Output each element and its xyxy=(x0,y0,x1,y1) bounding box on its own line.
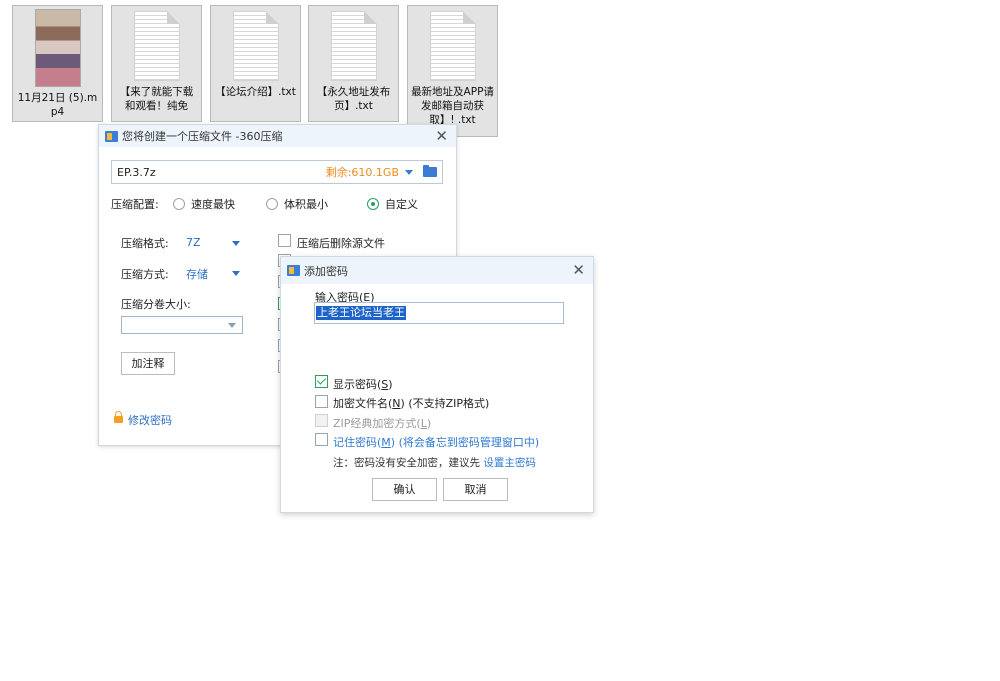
remember-password-label[interactable]: 记住密码(M) (将会备忘到密码管理窗口中) xyxy=(333,434,539,450)
set-master-password-link[interactable]: 设置主密码 xyxy=(483,457,536,469)
file-name: 【来了就能下载和观看！纯免费！】 xyxy=(119,86,194,112)
file-video[interactable]: 11月21日 (5).mp4 xyxy=(12,5,103,122)
option-smallest-label: 体积最小 xyxy=(284,198,328,211)
encrypt-filenames-label: 加密文件名(N) (不支持ZIP格式) xyxy=(333,397,490,410)
file-name: 11月21日 (5).mp4 xyxy=(17,92,98,118)
text-file-icon xyxy=(429,11,476,81)
dialog-title: 添加密码 xyxy=(304,264,348,278)
split-size-combo[interactable] xyxy=(121,316,243,334)
add-comment-button[interactable]: 加注释 xyxy=(121,352,175,375)
cancel-button[interactable]: 取消 xyxy=(443,478,508,501)
delete-after-checkbox[interactable] xyxy=(278,234,291,247)
show-password-checkbox[interactable] xyxy=(315,375,328,388)
option-fastest-label: 速度最快 xyxy=(191,198,235,211)
file-name: 【永久地址发布页】.txt xyxy=(316,86,391,112)
remember-password-checkbox[interactable] xyxy=(315,433,328,446)
video-thumbnail xyxy=(34,9,81,87)
format-select[interactable]: 7Z xyxy=(186,236,201,249)
file-name: 最新地址及APP请发邮箱自动获取】! .txt xyxy=(411,86,494,126)
method-select[interactable]: 存储 xyxy=(186,266,208,282)
change-password-link[interactable]: 修改密码 xyxy=(128,412,172,428)
option-custom-label: 自定义 xyxy=(385,198,418,211)
format-label: 压缩格式: xyxy=(121,237,169,250)
text-file-icon xyxy=(330,11,377,81)
chevron-down-icon[interactable] xyxy=(232,271,240,276)
archive-path-field[interactable]: 剩余:610.1GB xyxy=(111,160,443,184)
method-label: 压缩方式: xyxy=(121,268,169,281)
text-file-icon xyxy=(232,11,279,81)
security-note: 注：密码没有安全加密，建议先 设置主密码 xyxy=(333,457,536,469)
dialog-title: 您将创建一个压缩文件 -360压缩 xyxy=(122,130,283,143)
split-size-label: 压缩分卷大小: xyxy=(121,298,191,311)
close-icon[interactable]: ✕ xyxy=(435,127,448,145)
delete-after-label: 压缩后删除源文件 xyxy=(297,237,385,250)
radio-custom[interactable] xyxy=(367,198,379,210)
config-label: 压缩配置: xyxy=(111,198,159,211)
close-icon[interactable]: ✕ xyxy=(572,261,585,279)
compress-dialog-titlebar[interactable]: 您将创建一个压缩文件 -360压缩 ✕ xyxy=(99,125,456,147)
show-password-label: 显示密码(S) xyxy=(333,378,393,391)
text-file-icon xyxy=(133,11,180,81)
option-smallest[interactable]: 体积最小 xyxy=(266,196,328,212)
360zip-app-icon xyxy=(105,130,118,142)
chevron-down-icon[interactable] xyxy=(228,323,236,328)
option-fastest[interactable]: 速度最快 xyxy=(173,196,235,212)
chevron-down-icon[interactable] xyxy=(405,169,413,175)
encrypt-filenames-checkbox[interactable] xyxy=(315,395,328,408)
file-txt[interactable]: 【永久地址发布页】.txt xyxy=(308,5,399,122)
folder-icon[interactable] xyxy=(423,165,437,177)
free-space-label: 剩余:610.1GB xyxy=(325,166,399,179)
chevron-down-icon[interactable] xyxy=(232,241,240,246)
lock-icon xyxy=(114,411,123,423)
add-password-dialog: 添加密码 ✕ 输入密码(E) 上老王论坛当老王 显示密码(S) 加密文件名(N)… xyxy=(280,256,594,513)
password-dialog-titlebar[interactable]: 添加密码 ✕ xyxy=(281,257,593,284)
password-input[interactable]: 上老王论坛当老王 xyxy=(314,302,564,324)
file-txt[interactable]: 【论坛介绍】.txt xyxy=(210,5,301,122)
archive-name-input[interactable] xyxy=(112,164,326,180)
radio-smallest[interactable] xyxy=(266,198,278,210)
confirm-button[interactable]: 确认 xyxy=(372,478,437,501)
zip-classic-checkbox xyxy=(315,414,328,427)
option-custom[interactable]: 自定义 xyxy=(367,196,418,212)
password-value: 上老王论坛当老王 xyxy=(316,306,406,320)
file-name: 【论坛介绍】.txt xyxy=(215,86,296,98)
360zip-app-icon xyxy=(287,265,300,276)
file-txt[interactable]: 最新地址及APP请发邮箱自动获取】! .txt xyxy=(407,5,498,137)
file-txt[interactable]: 【来了就能下载和观看！纯免费！】 xyxy=(111,5,202,122)
radio-fastest[interactable] xyxy=(173,198,185,210)
zip-classic-label: ZIP经典加密方式(L) xyxy=(333,417,432,430)
